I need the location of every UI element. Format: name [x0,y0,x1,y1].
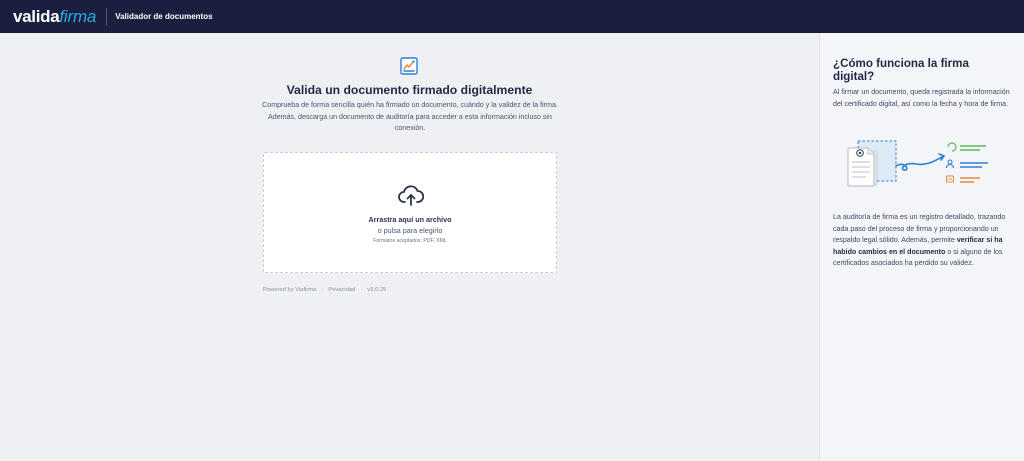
dropzone-formats-text: Formatos aceptados: PDF, XML [373,238,447,244]
footer-separator: · [321,287,324,293]
cloud-upload-icon [398,185,424,206]
footer-separator: · [360,287,363,293]
logo-text-firma: firma [59,7,97,26]
powered-by-link[interactable]: Powered by Viafirma [263,287,316,293]
document-signature-icon [400,57,418,75]
page-footer: Powered by Viafirma · Privacidad · v3.0.… [263,287,386,293]
logo-text-valida: valida [13,7,60,26]
info-sidebar: ¿Cómo funciona la firma digital? Al firm… [819,33,1024,461]
sidebar-paragraph-2: La auditoría de firma es un registro det… [833,212,1021,270]
file-dropzone[interactable]: Arrastra aquí un archivo o pulsa para el… [263,152,557,273]
dropzone-primary-text: Arrastra aquí un archivo [368,215,452,224]
sidebar-paragraph-1: Al firmar un documento, queda registrada… [833,88,1010,108]
top-bar: valida firma Validador de documentos [0,0,1024,33]
header-divider [106,7,108,26]
app-logo[interactable]: valida firma [13,8,96,25]
sidebar-title: ¿Cómo funciona la firma digital? [833,57,969,83]
privacy-link[interactable]: Privacidad [328,287,355,293]
dropzone-secondary-text[interactable]: o pulsa para elegirlo [264,226,556,235]
version-label: v3.0.25 [367,287,387,293]
header-title: Validador de documentos [115,12,213,21]
signature-flow-illustration [847,140,988,187]
main-panel: Valida un documento firmado digitalmente… [0,33,819,461]
page-description: Comprueba de forma sencilla quién ha fir… [262,101,558,132]
page-title: Valida un documento firmado digitalmente [286,83,533,97]
